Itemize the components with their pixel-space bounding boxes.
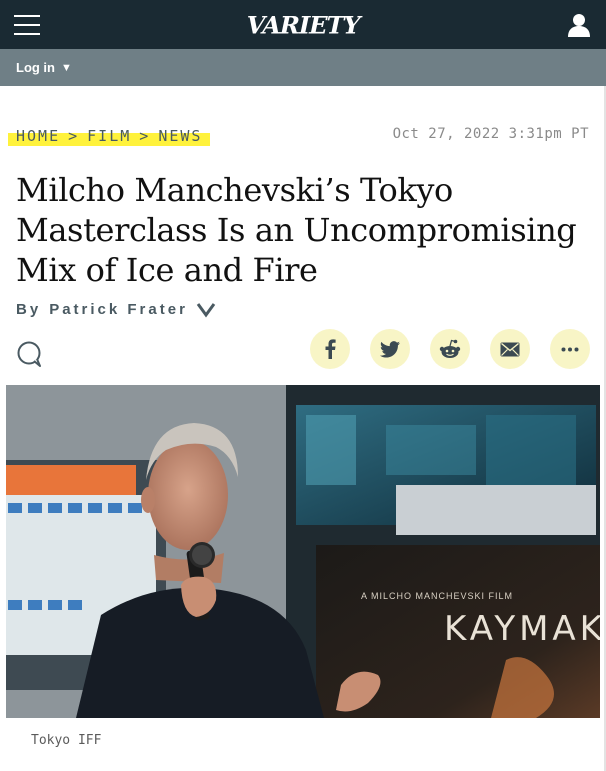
- share-facebook-button[interactable]: [310, 329, 350, 369]
- breadcrumb-home[interactable]: HOME: [16, 127, 60, 145]
- comment-icon[interactable]: [16, 340, 42, 368]
- byline-prefix: By: [16, 301, 42, 318]
- article-headline: Milcho Manchevski’s Tokyo Masterclass Is…: [16, 171, 577, 289]
- user-icon[interactable]: [566, 12, 592, 38]
- breadcrumb-separator: >: [139, 127, 151, 145]
- login-bar: Log in ▼: [0, 49, 606, 86]
- share-email-button[interactable]: [490, 329, 530, 369]
- hero-photo-illustration: A MILCHO MANCHEVSKI FILM KAYMAK: [6, 385, 600, 718]
- twitter-icon: [380, 340, 400, 357]
- top-navigation-bar: VARIETY: [0, 0, 606, 49]
- breadcrumb-separator: >: [68, 127, 80, 145]
- reddit-icon: [439, 339, 461, 358]
- login-link[interactable]: Log in: [16, 60, 55, 75]
- author-link[interactable]: Patrick Frater: [49, 301, 188, 318]
- more-icon: [561, 347, 579, 351]
- byline: By Patrick Frater: [16, 301, 216, 318]
- publish-timestamp: Oct 27, 2022 3:31pm PT: [392, 126, 589, 142]
- share-twitter-button[interactable]: [370, 329, 410, 369]
- variety-logo[interactable]: VARIETY: [243, 10, 362, 39]
- menu-line: [14, 23, 40, 26]
- poster-title: KAYMAK: [444, 609, 600, 649]
- login-dropdown-caret-icon[interactable]: ▼: [61, 62, 72, 74]
- hero-image: A MILCHO MANCHEVSKI FILM KAYMAK: [6, 385, 600, 718]
- poster-subtitle: A MILCHO MANCHEVSKI FILM: [361, 591, 513, 601]
- menu-line: [14, 32, 40, 35]
- share-more-button[interactable]: [550, 329, 590, 369]
- chevron-down-icon[interactable]: [196, 302, 216, 318]
- facebook-icon: [325, 339, 336, 359]
- breadcrumb-film[interactable]: FILM: [87, 127, 131, 145]
- breadcrumb: HOME > FILM > NEWS: [8, 124, 211, 148]
- email-icon: [500, 342, 520, 356]
- image-caption: Tokyo IFF: [31, 733, 102, 748]
- share-reddit-button[interactable]: [430, 329, 470, 369]
- hamburger-menu-icon[interactable]: [14, 14, 40, 35]
- breadcrumb-news[interactable]: NEWS: [158, 127, 202, 145]
- menu-line: [14, 14, 40, 17]
